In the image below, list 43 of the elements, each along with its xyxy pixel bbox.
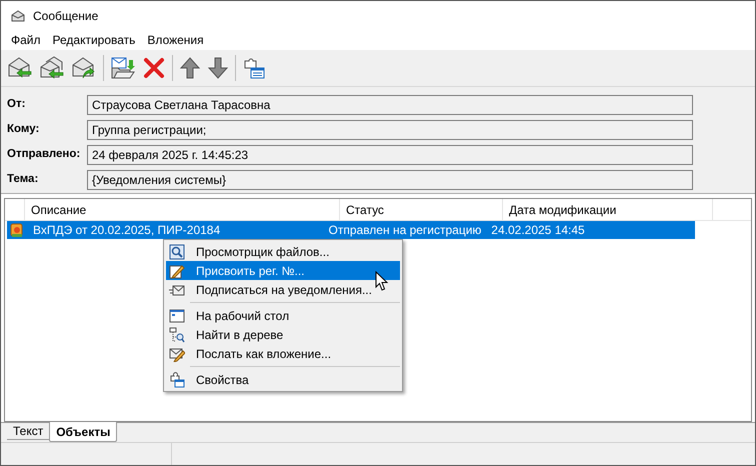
table-row[interactable]: ВхПДЭ от 20.02.2025, ПИР-20184 Отправлен на регистрацию 24.02.2025 14:45 <box>7 221 695 239</box>
window-title: Сообщение <box>33 8 98 24</box>
properties-icon[interactable] <box>242 56 266 80</box>
field-value: Группа регистрации; <box>87 120 693 140</box>
properties-icon <box>169 372 185 388</box>
mouse-cursor-icon <box>375 271 389 292</box>
pencil-envelope-icon <box>169 346 185 362</box>
reply-envelope-icon[interactable] <box>7 56 33 80</box>
menu-item[interactable]: Присвоить рег. №... <box>166 261 400 280</box>
envelope-icon <box>11 10 25 22</box>
arrow-down-icon[interactable] <box>207 56 229 80</box>
column-header[interactable]: Статус <box>340 199 503 220</box>
field-label: Тема: <box>6 172 40 187</box>
tree-search-icon <box>169 326 185 342</box>
column-header[interactable]: Описание <box>25 199 340 220</box>
reply-all-envelope-icon[interactable] <box>39 56 65 80</box>
menu-item[interactable]: Найти в дереве <box>166 325 400 344</box>
magnifier-icon <box>169 244 185 260</box>
field-label: Отправлено: <box>6 146 82 162</box>
field-value: {Уведомления системы} <box>87 170 693 190</box>
table-cell-text: Отправлен на регистрацию <box>328 222 482 239</box>
menu-item[interactable]: Послать как вложение... <box>166 344 400 363</box>
menu-item[interactable]: Просмотрщик файлов... <box>166 242 400 261</box>
field-value: Страусова Светлана Тарасовна <box>87 94 693 114</box>
field-value: 24 февраля 2025 г. 14:45:23 <box>87 144 693 164</box>
table-cell-text: ВхПДЭ от 20.02.2025, ПИР-20184 <box>32 222 222 239</box>
menu-item[interactable]: Подписаться на уведомления... <box>166 280 400 299</box>
window-icon <box>169 308 185 324</box>
menu-item[interactable]: Вложения <box>141 31 210 49</box>
column-header[interactable]: Дата модификации <box>503 199 713 220</box>
arrow-up-icon[interactable] <box>179 56 201 80</box>
menu-item[interactable]: Свойства <box>166 370 400 389</box>
field-label: От: <box>6 96 26 112</box>
pencil-document-icon <box>169 262 185 278</box>
forward-envelope-icon[interactable] <box>71 56 97 80</box>
table-cell-text: 24.02.2025 14:45 <box>490 222 586 239</box>
field-label: Кому: <box>6 122 40 137</box>
menu-item[interactable]: Редактировать <box>46 31 142 49</box>
tab[interactable]: Объекты <box>49 422 118 442</box>
folder-envelope-icon[interactable] <box>110 56 136 80</box>
menu-item[interactable]: На рабочий стол <box>166 306 400 325</box>
menu-item[interactable]: Файл <box>5 31 47 49</box>
delete-icon[interactable] <box>142 56 166 80</box>
